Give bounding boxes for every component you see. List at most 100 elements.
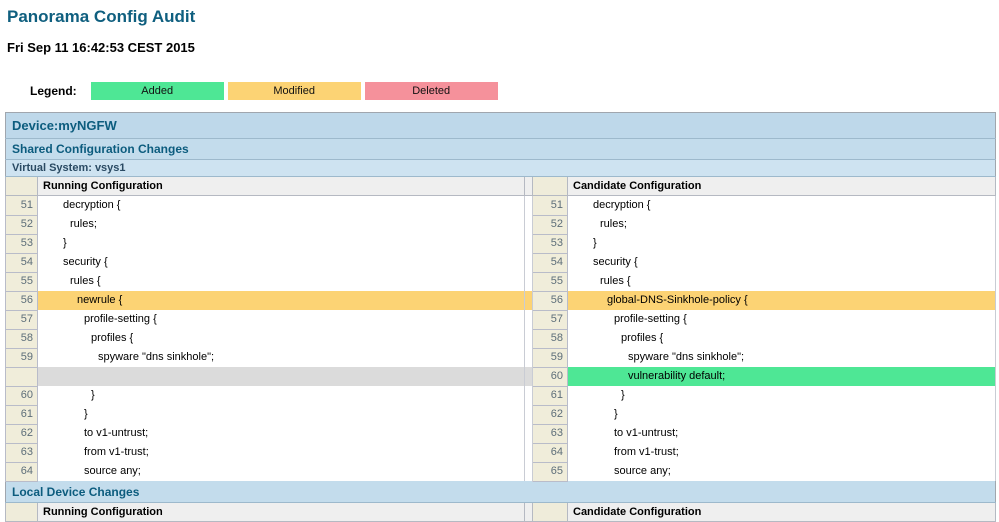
diff-row: 51decryption {51decryption { [6, 196, 996, 216]
config-audit-page: Panorama Config Audit Fri Sep 11 16:42:5… [0, 0, 999, 522]
pane-gap-cell [525, 272, 533, 291]
legend-added-swatch: Added [91, 82, 224, 100]
line-number-cell: 55 [6, 272, 38, 291]
line-number-cell: 54 [533, 253, 568, 272]
column-header-row: Running Configuration Candidate Configur… [6, 502, 996, 521]
config-line-right: profile-setting { [568, 310, 996, 329]
line-number-cell: 59 [533, 348, 568, 367]
config-line-right: } [568, 405, 996, 424]
line-number-cell: 56 [6, 291, 38, 310]
vsys-header: Virtual System: vsys1 [6, 160, 996, 177]
line-number-cell: 58 [533, 329, 568, 348]
config-line-right: to v1-untrust; [568, 424, 996, 443]
line-number-cell: 64 [6, 462, 38, 481]
pane-gap-cell [525, 196, 533, 216]
pane-gap-header [525, 177, 533, 196]
config-line-left: spyware "dns sinkhole"; [38, 348, 525, 367]
line-number-cell: 60 [6, 386, 38, 405]
config-line-left [38, 367, 525, 386]
shared-config-header: Shared Configuration Changes [6, 139, 996, 160]
line-number-cell: 51 [533, 196, 568, 216]
config-line-left: from v1-trust; [38, 443, 525, 462]
page-title: Panorama Config Audit [7, 7, 996, 26]
line-number-cell: 56 [533, 291, 568, 310]
shared-config-header-row: Shared Configuration Changes [6, 139, 996, 160]
line-number-cell: 51 [6, 196, 38, 216]
line-number-cell: 57 [533, 310, 568, 329]
diff-row: 58profiles {58profiles { [6, 329, 996, 348]
vsys-header-row: Virtual System: vsys1 [6, 160, 996, 177]
line-number-cell: 61 [6, 405, 38, 424]
diff-row: 56newrule {56global-DNS-Sinkhole-policy … [6, 291, 996, 310]
device-header-row: Device:myNGFW [6, 113, 996, 139]
diff-rows: 51decryption {51decryption {52rules;52ru… [6, 196, 996, 482]
line-number-cell: 52 [533, 215, 568, 234]
config-line-right: } [568, 386, 996, 405]
pane-gap-cell [525, 405, 533, 424]
audit-timestamp: Fri Sep 11 16:42:53 CEST 2015 [7, 40, 996, 55]
line-number-cell: 62 [533, 405, 568, 424]
line-number-column-header [533, 177, 568, 196]
config-line-left: } [38, 234, 525, 253]
legend: Legend: Added Modified Deleted [30, 82, 996, 100]
config-line-left: rules { [38, 272, 525, 291]
config-line-right: profiles { [568, 329, 996, 348]
diff-row: 60}61} [6, 386, 996, 405]
pane-gap-cell [525, 348, 533, 367]
pane-gap-cell [525, 443, 533, 462]
line-number-cell: 55 [533, 272, 568, 291]
line-number-cell: 61 [533, 386, 568, 405]
line-number-cell: 62 [6, 424, 38, 443]
line-number-cell: 65 [533, 462, 568, 481]
diff-row: 63from v1-trust;64from v1-trust; [6, 443, 996, 462]
diff-row: 54security {54security { [6, 253, 996, 272]
config-line-right: } [568, 234, 996, 253]
local-device-header: Local Device Changes [6, 481, 996, 502]
legend-modified-swatch: Modified [228, 82, 361, 100]
config-line-left: newrule { [38, 291, 525, 310]
diff-row: 64source any;65source any; [6, 462, 996, 481]
config-line-right: source any; [568, 462, 996, 481]
diff-row: 59spyware "dns sinkhole";59spyware "dns … [6, 348, 996, 367]
local-device-header-row: Local Device Changes [6, 481, 996, 502]
pane-gap-header [525, 502, 533, 521]
column-header-row: Running Configuration Candidate Configur… [6, 177, 996, 196]
line-number-cell: 63 [6, 443, 38, 462]
config-line-left: } [38, 386, 525, 405]
legend-label: Legend: [30, 84, 77, 98]
config-line-right: rules; [568, 215, 996, 234]
candidate-config-column-header: Candidate Configuration [568, 177, 996, 196]
config-line-right: from v1-trust; [568, 443, 996, 462]
config-line-right: global-DNS-Sinkhole-policy { [568, 291, 996, 310]
config-line-left: rules; [38, 215, 525, 234]
pane-gap-cell [525, 386, 533, 405]
config-line-left: source any; [38, 462, 525, 481]
diff-row: 61}62} [6, 405, 996, 424]
running-config-column-header: Running Configuration [38, 502, 525, 521]
table-headers: Device:myNGFW Shared Configuration Chang… [6, 113, 996, 196]
diff-row: 55rules {55rules { [6, 272, 996, 291]
diff-row: 53}53} [6, 234, 996, 253]
running-config-column-header: Running Configuration [38, 177, 525, 196]
diff-row: 60vulnerability default; [6, 367, 996, 386]
config-line-left: } [38, 405, 525, 424]
pane-gap-cell [525, 424, 533, 443]
line-number-cell: 57 [6, 310, 38, 329]
diff-row: 52rules;52rules; [6, 215, 996, 234]
config-line-right: decryption { [568, 196, 996, 216]
pane-gap-cell [525, 291, 533, 310]
line-number-column-header [6, 177, 38, 196]
pane-gap-cell [525, 329, 533, 348]
pane-gap-cell [525, 367, 533, 386]
config-line-left: security { [38, 253, 525, 272]
line-number-cell [6, 367, 38, 386]
device-header: Device:myNGFW [6, 113, 996, 139]
line-number-column-header [533, 502, 568, 521]
pane-gap-cell [525, 215, 533, 234]
pane-gap-cell [525, 253, 533, 272]
config-audit-table: Device:myNGFW Shared Configuration Chang… [5, 112, 996, 522]
config-line-left: profiles { [38, 329, 525, 348]
legend-deleted-swatch: Deleted [365, 82, 498, 100]
config-line-right: spyware "dns sinkhole"; [568, 348, 996, 367]
line-number-cell: 64 [533, 443, 568, 462]
